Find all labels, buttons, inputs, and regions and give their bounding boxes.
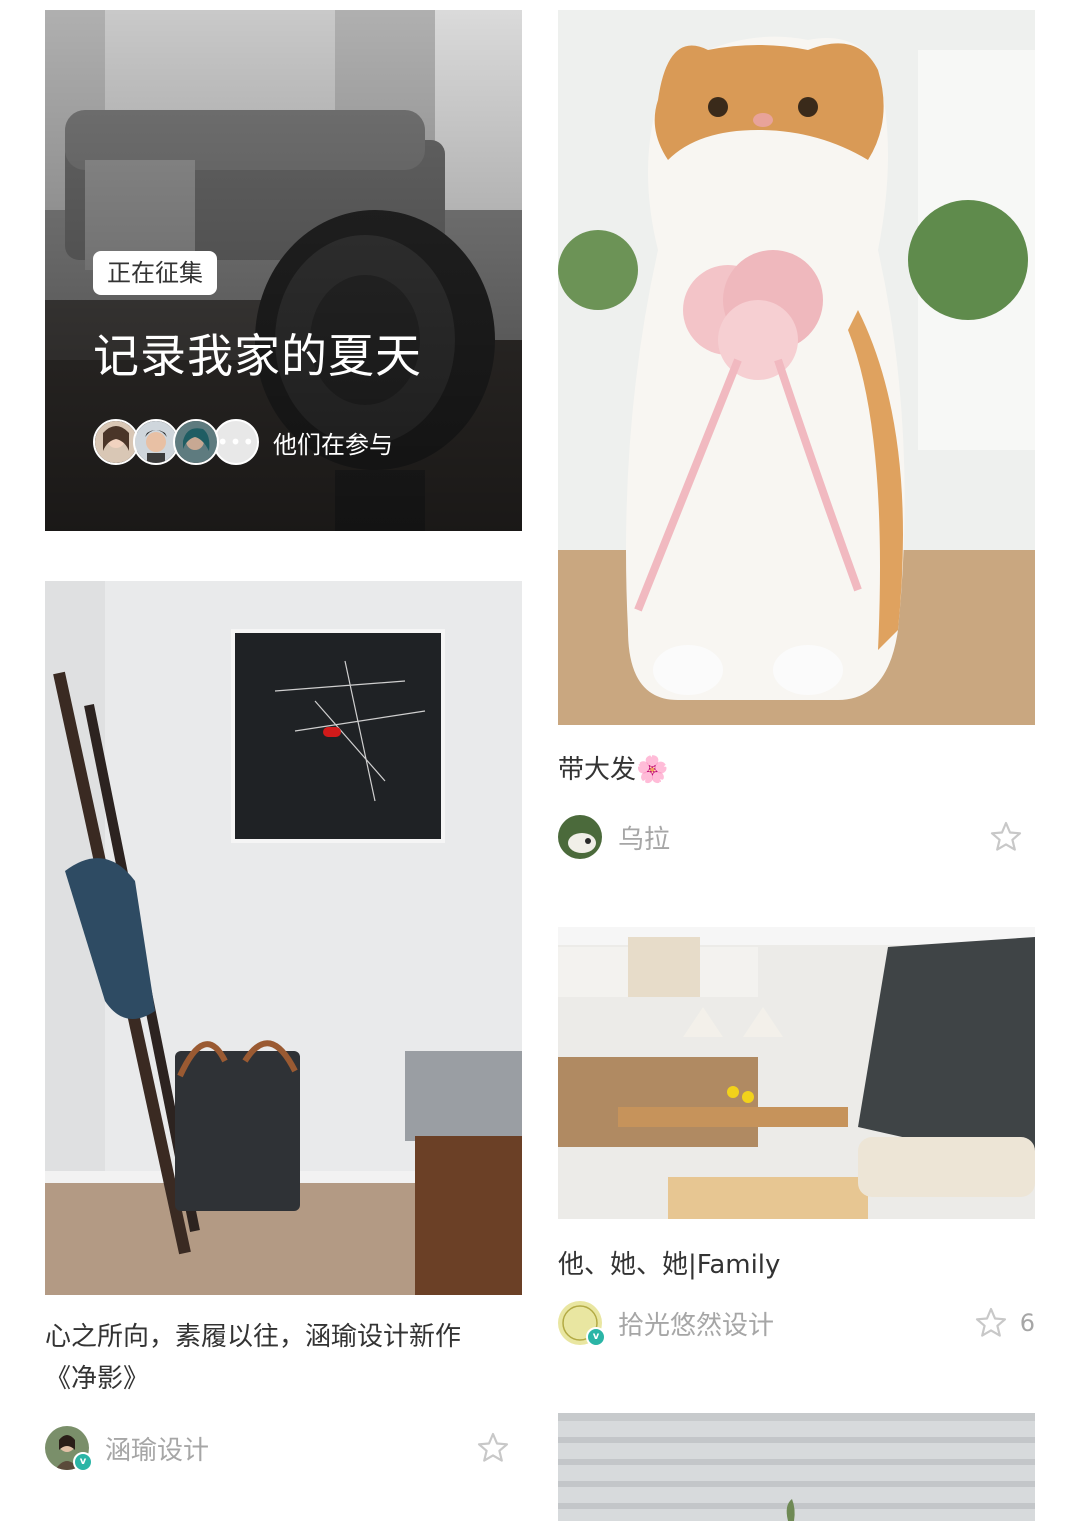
campaign-card[interactable]: 正在征集 记录我家的夏天 ••• 他们在参与 (45, 10, 522, 531)
author-avatar[interactable]: v (45, 1426, 93, 1472)
dining-room-photo (558, 927, 1035, 1219)
author-name[interactable]: 涵瑜设计 (105, 1430, 476, 1467)
cat-photo (558, 10, 1035, 725)
more-participants-icon: ••• (213, 419, 259, 465)
favorite-button[interactable]: 6 (974, 1306, 1035, 1340)
star-outline-icon (477, 1432, 509, 1462)
card-title[interactable]: 带大发🌸 (558, 749, 1035, 791)
author-avatar[interactable]: v (558, 1301, 606, 1347)
card-photo[interactable] (558, 1413, 1035, 1521)
participants-row[interactable]: ••• 他们在参与 (93, 419, 393, 465)
card-title[interactable]: 他、她、她|Family (558, 1244, 1035, 1286)
favorite-count: 6 (1019, 1309, 1035, 1337)
photo-feed: 正在征集 记录我家的夏天 ••• 他们在参与 心之所向，素履以往，涵瑜设计新作 … (0, 0, 1080, 1521)
card-photo[interactable] (558, 10, 1035, 725)
bedroom-photo (45, 581, 522, 1295)
verified-badge-icon: v (73, 1452, 93, 1472)
author-avatar[interactable] (558, 815, 602, 859)
favorite-button[interactable] (476, 1431, 522, 1465)
participant-avatar (173, 419, 219, 465)
star-outline-icon (975, 1307, 1006, 1337)
verified-badge-icon: v (586, 1327, 606, 1347)
author-row: v 涵瑜设计 (45, 1425, 522, 1472)
author-name[interactable]: 乌拉 (618, 819, 989, 856)
star-outline-icon (990, 821, 1022, 851)
author-name[interactable]: 拾光悠然设计 (618, 1305, 974, 1342)
author-row: v 拾光悠然设计 6 (558, 1300, 1035, 1347)
window-blinds-photo (558, 1413, 1035, 1521)
card-photo[interactable] (45, 581, 522, 1295)
favorite-button[interactable] (989, 820, 1035, 854)
collecting-badge: 正在征集 (93, 251, 217, 295)
campaign-title: 记录我家的夏天 (93, 329, 422, 383)
card-title[interactable]: 心之所向，素履以往，涵瑜设计新作 《净影》 (45, 1316, 522, 1400)
card-photo[interactable] (558, 927, 1035, 1219)
participants-label: 他们在参与 (273, 430, 393, 459)
author-row: 乌拉 (558, 814, 1035, 860)
